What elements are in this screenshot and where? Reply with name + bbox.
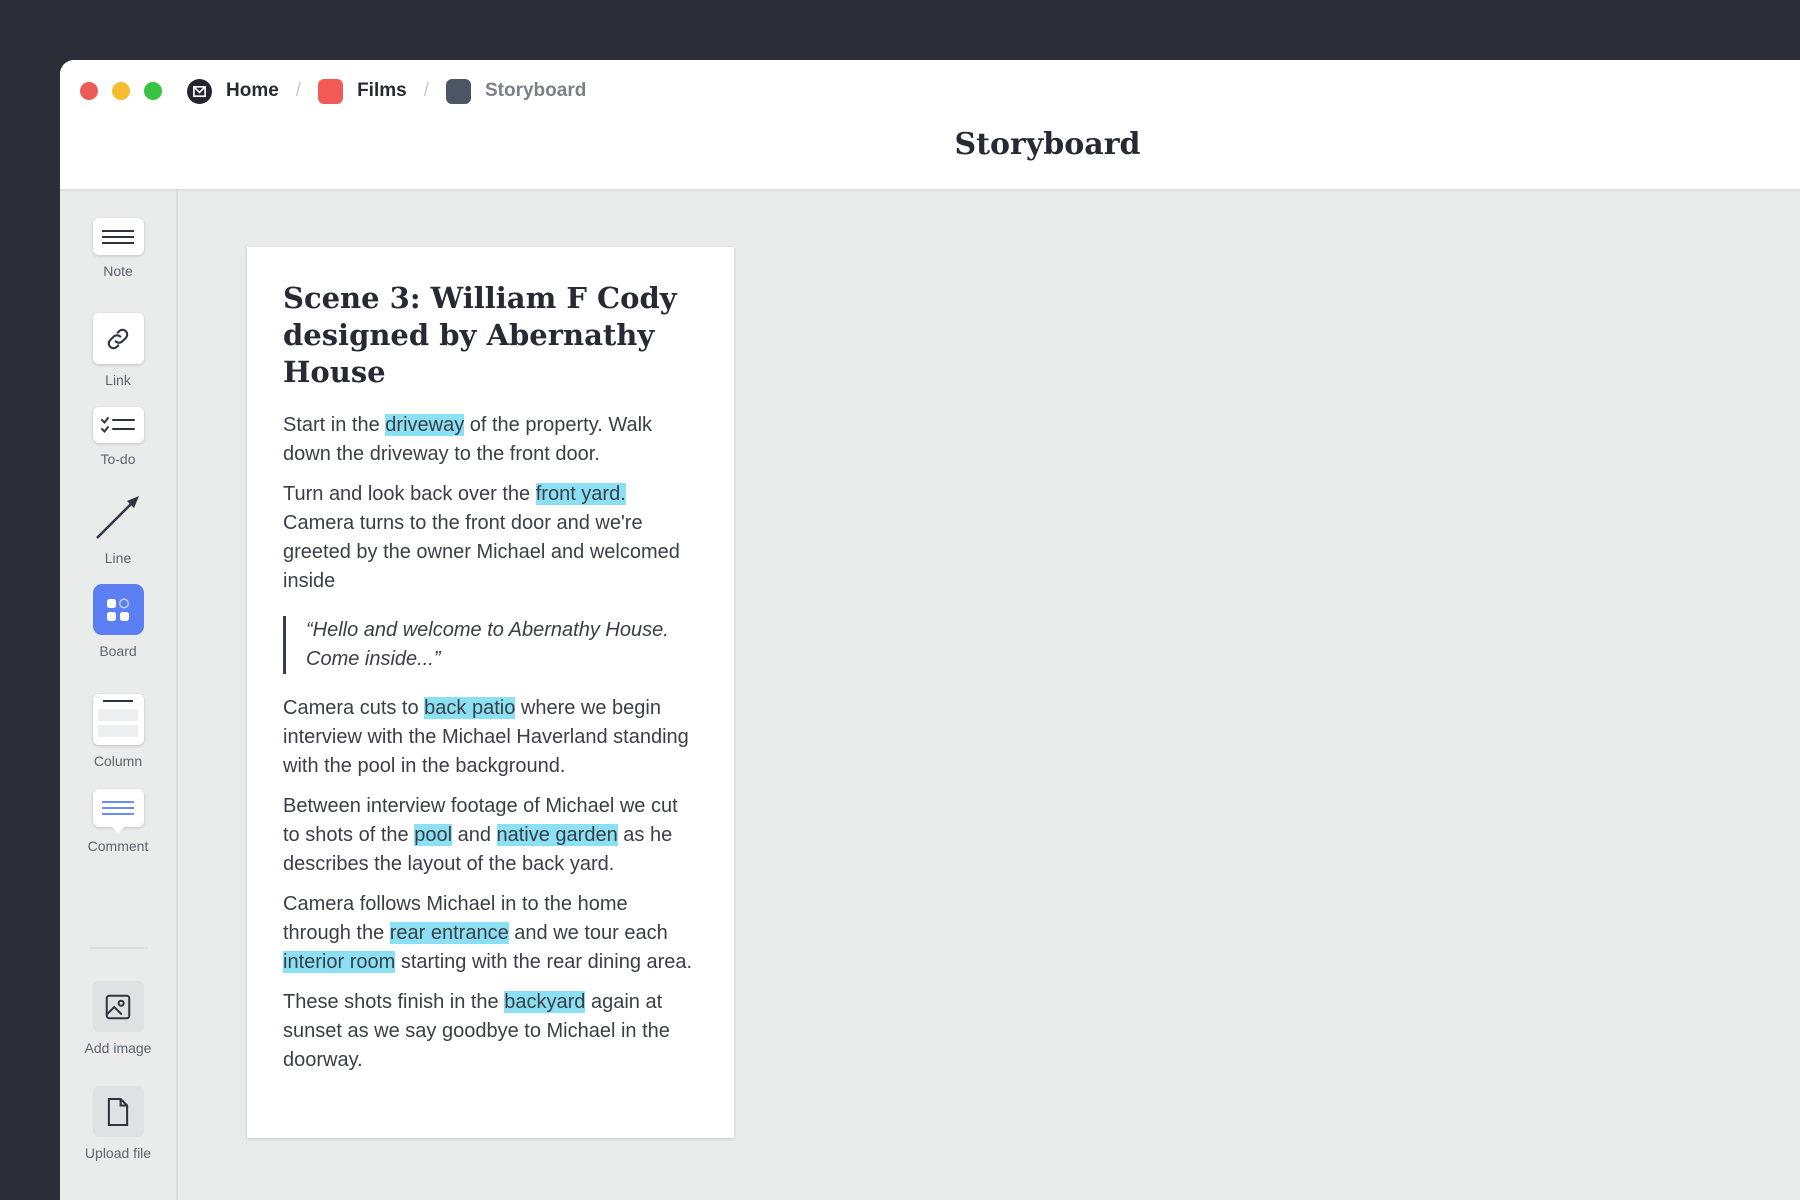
- comment-icon: [92, 789, 144, 833]
- highlighted-text: driveway: [385, 414, 465, 436]
- comment-tool[interactable]: Comment: [60, 789, 176, 854]
- block-quote: “Hello and welcome to Abernathy House. C…: [283, 616, 698, 674]
- column-icon: [92, 694, 144, 745]
- breadcrumb-separator: /: [423, 80, 429, 101]
- text: These shots finish in the: [283, 991, 505, 1013]
- board-icon: [92, 584, 144, 635]
- card-paragraph: Turn and look back over the front yard. …: [283, 480, 698, 596]
- breadcrumb-storyboard[interactable]: Storyboard: [445, 78, 587, 104]
- link-tool-label: Link: [105, 372, 131, 388]
- card-paragraph: Start in the driveway of the property. W…: [283, 411, 698, 469]
- board-tool-label: Board: [99, 643, 137, 659]
- note-icon: [92, 218, 144, 255]
- link-icon: [92, 313, 144, 364]
- highlighted-text: backyard: [504, 991, 586, 1013]
- line-tool[interactable]: Line: [60, 491, 176, 566]
- comment-tool-label: Comment: [87, 838, 149, 854]
- breadcrumb: Home / Films / Storyboard: [187, 76, 586, 106]
- highlighted-text: rear entrance: [389, 922, 509, 944]
- text: and we tour each: [508, 922, 668, 944]
- todo-tool-label: To-do: [100, 451, 136, 467]
- card-title: Scene 3: William F Cody designed by Aber…: [283, 281, 677, 389]
- board-tool[interactable]: Board: [60, 584, 176, 659]
- card-paragraph: These shots finish in the backyard again…: [283, 988, 698, 1075]
- breadcrumb-separator: /: [295, 80, 302, 101]
- breadcrumb-films-label: Films: [357, 80, 407, 101]
- minimize-window-button[interactable]: [112, 82, 130, 100]
- home-logo-icon: [187, 78, 212, 104]
- highlighted-text: interior room: [283, 951, 396, 973]
- close-window-button[interactable]: [80, 82, 98, 100]
- breadcrumb-films[interactable]: Films: [318, 78, 407, 104]
- upload-file-tool[interactable]: Upload file: [60, 1086, 176, 1161]
- sidebar-divider: [90, 947, 148, 949]
- upload-file-tool-label: Upload file: [84, 1145, 152, 1161]
- file-icon: [92, 1086, 144, 1137]
- page-title: Storyboard: [954, 127, 1141, 162]
- add-image-tool[interactable]: Add image: [60, 981, 176, 1056]
- text: starting with the rear dining area.: [395, 951, 693, 973]
- text: Camera turns to the front door and we're…: [283, 512, 680, 592]
- text: Turn and look back over the: [283, 483, 536, 505]
- highlighted-text: native garden: [496, 824, 618, 846]
- line-tool-label: Line: [104, 550, 132, 566]
- image-icon: [92, 981, 144, 1032]
- text: Start in the: [283, 414, 386, 436]
- maximize-window-button[interactable]: [144, 82, 162, 100]
- column-tool-label: Column: [93, 753, 143, 769]
- highlighted-text: back patio: [424, 697, 516, 719]
- card-paragraph: Camera follows Michael in to the home th…: [283, 890, 698, 977]
- card-paragraph: Between interview footage of Michael we …: [283, 792, 698, 879]
- column-tool[interactable]: Column: [60, 694, 176, 769]
- add-image-tool-label: Add image: [84, 1040, 152, 1056]
- breadcrumb-storyboard-label: Storyboard: [484, 80, 587, 101]
- todo-tool[interactable]: To-do: [60, 407, 176, 467]
- films-board-icon: [318, 78, 344, 104]
- storyboard-board-icon: [445, 78, 471, 104]
- highlighted-text: front yard.: [535, 483, 626, 505]
- card-paragraph: Camera cuts to back patio where we begin…: [283, 694, 698, 781]
- todo-checklist-icon: [92, 407, 144, 443]
- text: Camera cuts to: [283, 697, 425, 719]
- line-arrow-icon: [93, 491, 144, 542]
- breadcrumb-home[interactable]: Home: [187, 78, 279, 104]
- highlighted-text: pool: [414, 824, 453, 846]
- tool-sidebar: Note Link To-do Line Board Column Commen…: [60, 191, 178, 1200]
- top-bar: Home / Films / Storyboard Storyboard: [60, 60, 1800, 191]
- note-card[interactable]: Scene 3: William F Cody designed by Aber…: [247, 247, 734, 1138]
- link-tool[interactable]: Link: [60, 313, 176, 388]
- app-window: Home / Films / Storyboard Storyboard Not…: [60, 60, 1800, 1200]
- text: and: [452, 824, 497, 846]
- note-tool[interactable]: Note: [60, 218, 176, 279]
- breadcrumb-home-label: Home: [226, 80, 279, 101]
- note-tool-label: Note: [103, 263, 133, 279]
